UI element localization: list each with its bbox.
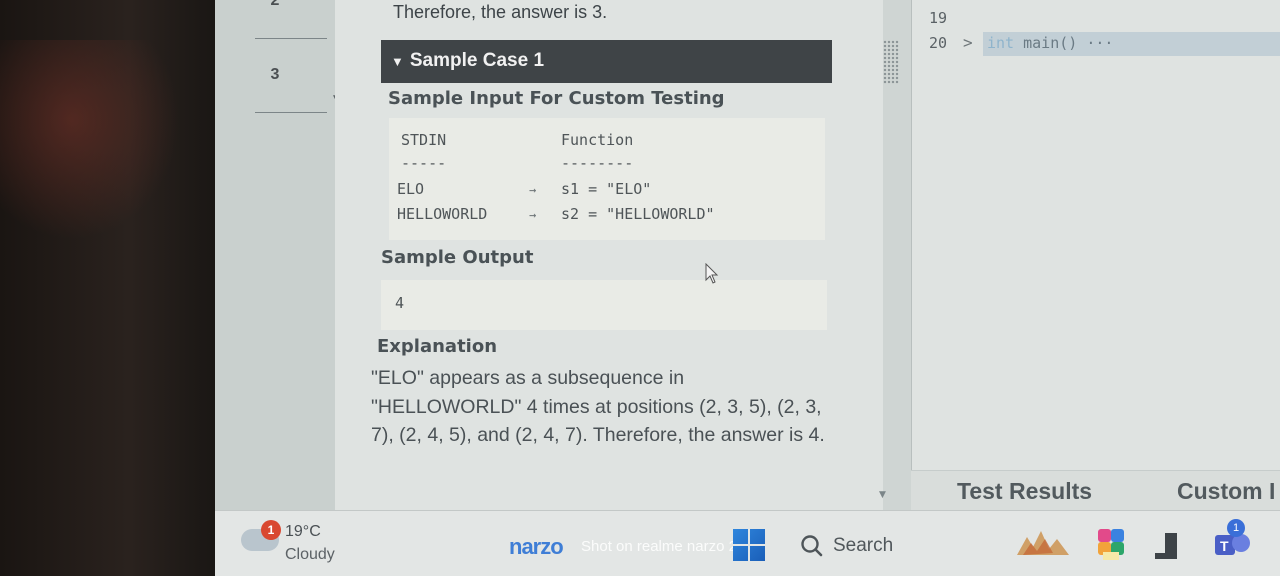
sample-output-heading: Sample Output	[381, 247, 534, 268]
arrow-right-icon: →	[529, 183, 537, 197]
sample-input-block: STDIN Function ----- -------- ELO → s1 =…	[389, 118, 825, 240]
scroll-down-arrow-icon[interactable]: ▼	[879, 490, 886, 500]
function-underline: --------	[561, 154, 634, 172]
windows-start-icon[interactable]	[733, 529, 765, 561]
function-value: s2 = "HELLOWORLD"	[561, 205, 715, 223]
triangle-down-icon: ▼	[391, 54, 404, 69]
sample-case-toggle[interactable]: ▼ Sample Case 1	[381, 40, 832, 83]
function-value: s1 = "ELO"	[561, 180, 652, 198]
arrow-right-icon: →	[529, 208, 537, 222]
code-keyword: int	[987, 34, 1015, 52]
code-editor[interactable]: 19 20 > int main() ···	[911, 0, 1280, 510]
weather-temperature[interactable]: 19°C	[285, 523, 321, 541]
editor-divider	[911, 0, 912, 510]
question-number-2[interactable]: 2	[215, 0, 335, 10]
weather-badge: 1	[261, 520, 281, 540]
question-number-3[interactable]: 3	[215, 66, 335, 84]
question-rail: 2 3 ▼	[215, 0, 340, 510]
problem-panel: Therefore, the answer is 3. ▼ Sample Case…	[335, 0, 1003, 510]
drag-handle-icon[interactable]	[883, 40, 899, 84]
stdin-underline: -----	[401, 154, 447, 172]
screen: 2 3 ▼ Therefore, the answer is 3. ▼ Sampl…	[215, 0, 1280, 576]
file-icon[interactable]	[1151, 531, 1181, 561]
copilot-icon[interactable]	[1095, 527, 1127, 561]
code-text: main() ···	[1014, 34, 1114, 52]
watermark-brand: narzo	[509, 534, 564, 559]
sample-input-heading: Sample Input For Custom Testing	[388, 88, 725, 109]
line-number: 19	[929, 9, 948, 27]
stdin-header: STDIN	[401, 131, 447, 149]
explanation-text: "ELO" appears as a subsequence in "HELLO…	[371, 367, 825, 446]
svg-text:T: T	[1220, 538, 1229, 554]
rail-divider	[255, 112, 327, 113]
search-icon	[801, 535, 823, 557]
sample-output-block: 4	[381, 280, 827, 330]
fold-chevron-icon[interactable]: >	[963, 33, 973, 52]
rail-divider	[255, 38, 327, 39]
taskbar: 1 19°C Cloudy narzo Shot on realme narzo…	[215, 510, 1280, 576]
search-label: Search	[833, 535, 894, 556]
line-number: 20	[929, 34, 948, 52]
watermark-text: Shot on realme narzo 20	[581, 538, 746, 555]
stdin-value: ELO	[397, 180, 425, 198]
photos-icon[interactable]	[1013, 525, 1073, 561]
tab-custom-input[interactable]: Custom I	[1177, 478, 1275, 505]
teams-badge: 1	[1227, 519, 1245, 537]
bezel-reflection	[0, 40, 180, 240]
sample-output-value: 4	[395, 294, 405, 312]
stdin-value: HELLOWORLD	[397, 205, 488, 223]
code-line-main[interactable]: int main() ···	[983, 32, 1280, 56]
mouse-cursor-icon	[705, 263, 719, 284]
function-header: Function	[561, 131, 634, 149]
problem-text: Therefore, the answer is 3.	[393, 2, 608, 22]
sample-case-title: Sample Case 1	[409, 50, 545, 71]
weather-condition[interactable]: Cloudy	[285, 546, 335, 564]
tab-test-results[interactable]: Test Results	[957, 478, 1092, 505]
explanation-heading: Explanation	[377, 336, 498, 357]
